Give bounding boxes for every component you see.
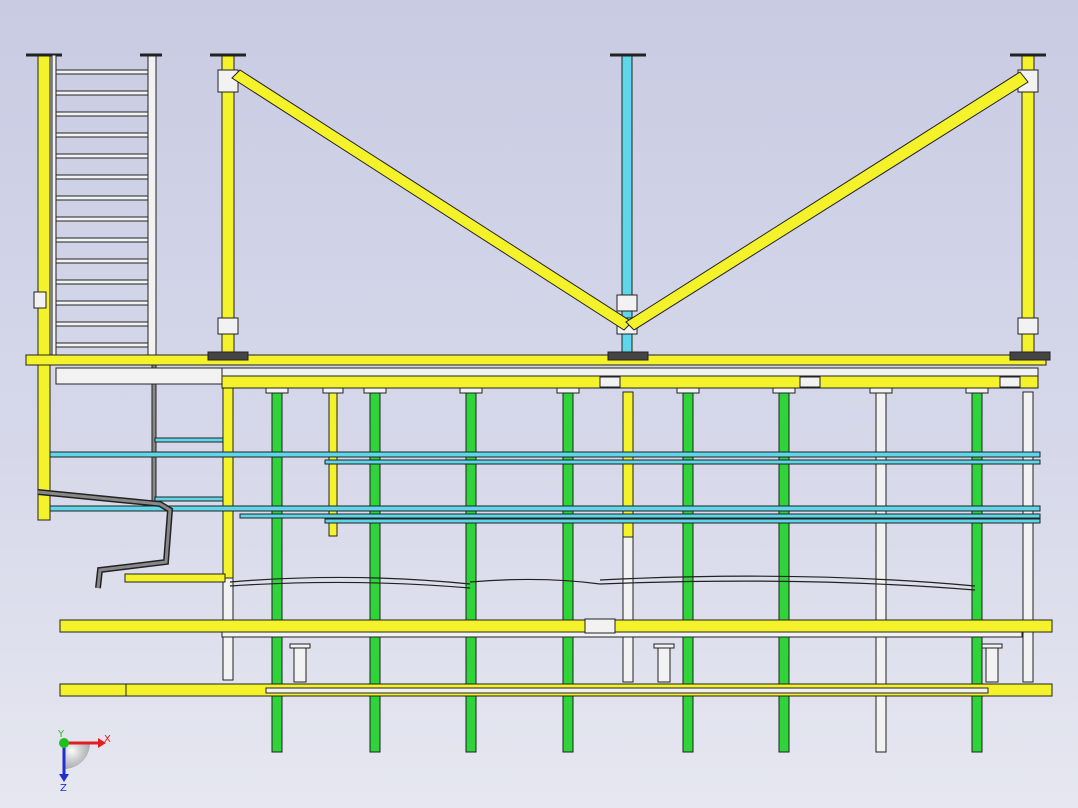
beam-upper bbox=[59, 619, 1053, 633]
jack bbox=[985, 645, 999, 683]
ledger bbox=[49, 505, 1041, 512]
x-axis-label: X bbox=[104, 734, 111, 745]
prop-green bbox=[465, 391, 477, 753]
post-left bbox=[221, 54, 235, 361]
ledger bbox=[239, 513, 1041, 519]
prop-white bbox=[1022, 391, 1034, 683]
ladder-rail-left bbox=[37, 54, 51, 521]
jack bbox=[293, 645, 307, 683]
ladder-rungs bbox=[53, 69, 149, 348]
cad-viewport[interactable]: X Y Z bbox=[0, 0, 1078, 808]
ladder-rail-right bbox=[147, 54, 157, 356]
ledger bbox=[49, 451, 1041, 458]
post-right bbox=[1021, 54, 1035, 361]
triad-sphere bbox=[64, 743, 90, 769]
clamp bbox=[616, 294, 638, 312]
brace-left bbox=[231, 69, 633, 331]
vertical-props bbox=[222, 387, 1034, 753]
ladder bbox=[26, 53, 162, 521]
deck-beam bbox=[221, 375, 1039, 389]
screw-jacks bbox=[289, 643, 1003, 683]
platform-deck bbox=[25, 351, 1051, 389]
ladder-clamp bbox=[33, 291, 47, 309]
y-axis-label: Y bbox=[57, 729, 65, 740]
brace-right bbox=[625, 71, 1029, 331]
prop-green bbox=[971, 391, 983, 753]
ledger bbox=[324, 459, 1041, 465]
prop-green bbox=[562, 391, 574, 753]
ledger bbox=[324, 518, 1041, 524]
formwork-arcs bbox=[229, 575, 976, 591]
prop-green bbox=[369, 391, 381, 753]
clamp bbox=[1017, 317, 1039, 335]
scaffold-drawing[interactable]: X Y Z bbox=[0, 0, 1078, 808]
prop-white bbox=[875, 391, 887, 753]
clamp bbox=[217, 317, 239, 335]
deck-top-rail bbox=[25, 354, 1047, 366]
jack bbox=[657, 645, 671, 683]
z-axis-label: Z bbox=[60, 783, 67, 794]
post-center bbox=[621, 54, 633, 361]
coordinate-triad[interactable]: X Y Z bbox=[57, 729, 111, 794]
cyan-ledgers bbox=[49, 437, 1041, 524]
prop-green bbox=[778, 391, 790, 753]
clamp bbox=[217, 69, 239, 93]
upper-posts bbox=[210, 53, 1046, 361]
deck-board-left bbox=[55, 367, 227, 385]
lower-beams bbox=[59, 618, 1053, 697]
prop-green bbox=[682, 391, 694, 753]
prop-green bbox=[271, 391, 283, 753]
